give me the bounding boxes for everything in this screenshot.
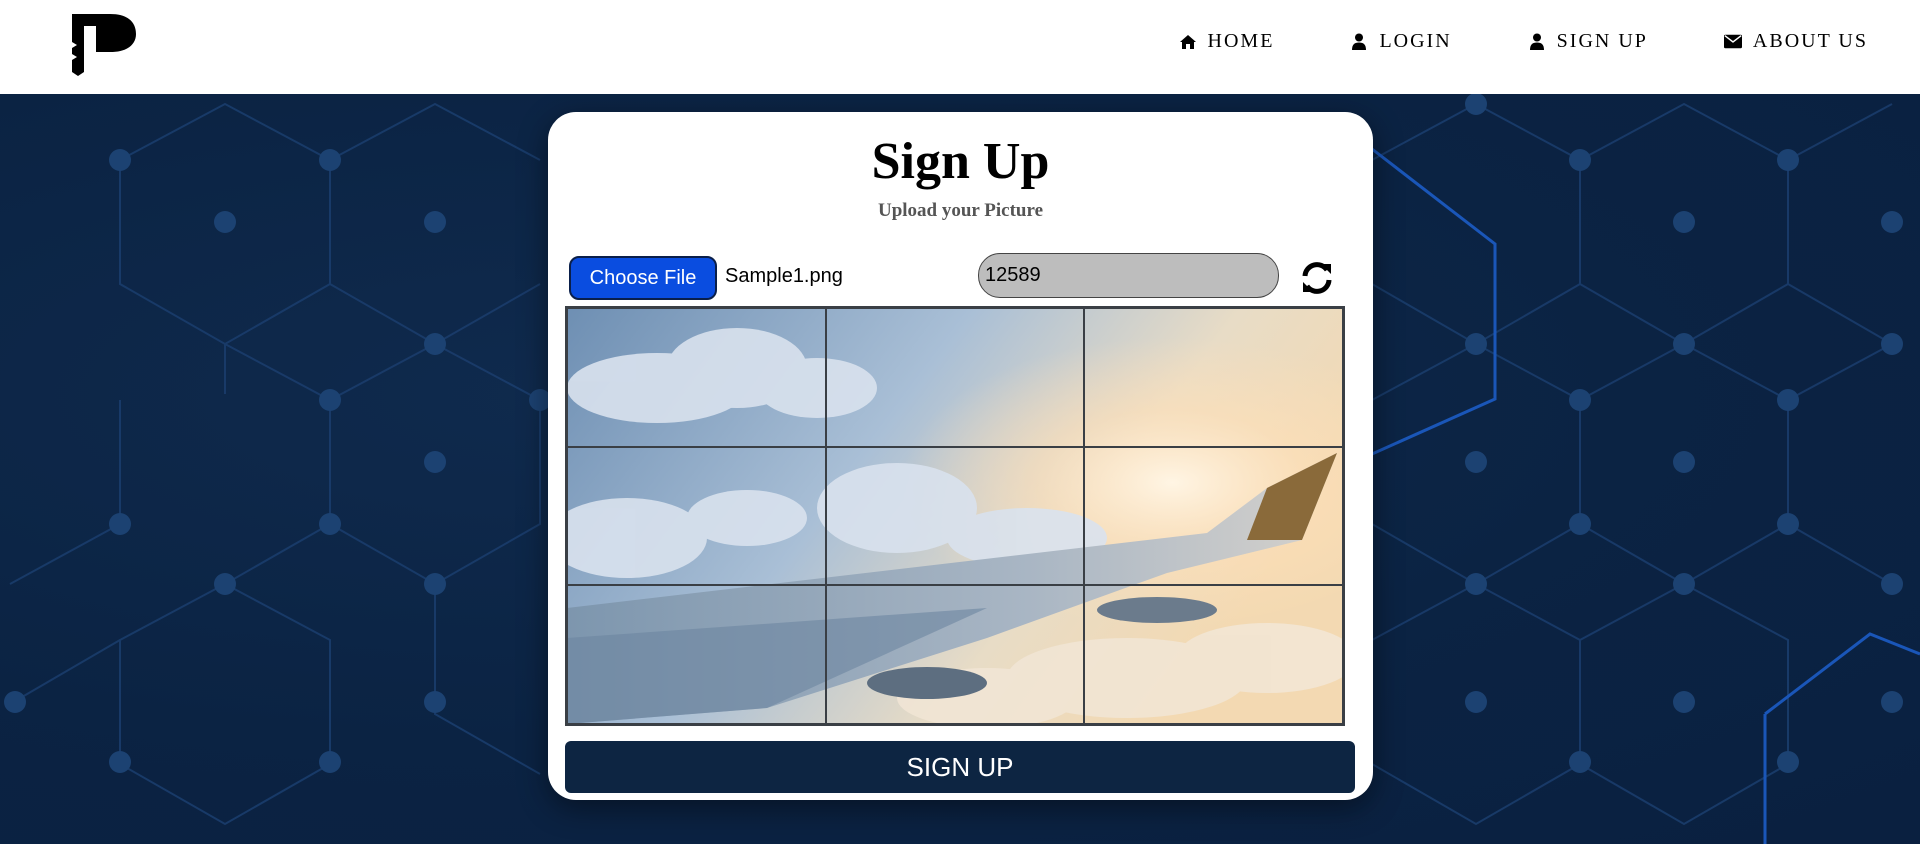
grid-cell[interactable] <box>825 585 1085 724</box>
grid-cell[interactable] <box>825 446 1085 586</box>
grid-cell[interactable] <box>1084 446 1343 586</box>
user-icon <box>1528 33 1546 51</box>
nav-home[interactable]: HOME <box>1179 30 1275 53</box>
page-title: Sign Up <box>871 133 1050 190</box>
grid-cell[interactable] <box>567 446 826 586</box>
nav-about-label: ABOUT US <box>1752 30 1868 52</box>
grid-cells <box>567 308 1343 724</box>
home-icon <box>1179 33 1197 51</box>
code-input[interactable] <box>978 253 1279 298</box>
brand-logo[interactable] <box>70 12 138 76</box>
page-subtitle: Upload your Picture <box>877 200 1044 221</box>
main-nav: HOME LOGIN SIGN UP ABOUT US <box>1179 30 1868 53</box>
nav-login[interactable]: LOGIN <box>1350 30 1451 53</box>
grid-cell[interactable] <box>567 308 826 447</box>
grid-cell[interactable] <box>567 585 826 724</box>
nav-home-label: HOME <box>1207 30 1275 52</box>
choose-file-button[interactable]: Choose File <box>569 256 717 300</box>
refresh-icon[interactable] <box>1299 260 1335 296</box>
nav-about[interactable]: ABOUT US <box>1723 30 1868 53</box>
top-navbar: HOME LOGIN SIGN UP ABOUT US <box>0 0 1920 94</box>
nav-signup[interactable]: SIGN UP <box>1528 30 1648 53</box>
nav-signup-label: SIGN UP <box>1556 30 1648 52</box>
grid-cell[interactable] <box>1084 308 1343 447</box>
nav-login-label: LOGIN <box>1379 30 1452 52</box>
image-grid <box>565 306 1345 726</box>
user-icon <box>1350 33 1368 51</box>
signup-button[interactable]: SIGN UP <box>565 741 1355 793</box>
grid-cell[interactable] <box>1084 585 1343 724</box>
grid-cell[interactable] <box>825 308 1085 447</box>
signup-card: Sign Up Upload your Picture Choose File … <box>548 112 1373 800</box>
selected-file-name: Sample1.png <box>725 265 843 287</box>
envelope-icon <box>1723 33 1742 51</box>
